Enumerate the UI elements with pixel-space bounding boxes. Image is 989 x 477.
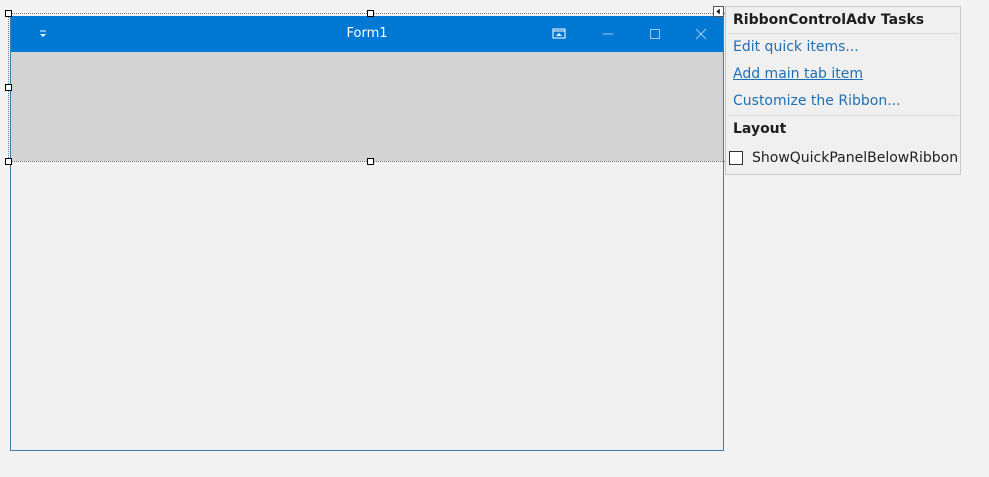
- resize-handle-bottom[interactable]: [367, 158, 374, 165]
- title-bar: Form1: [11, 16, 723, 52]
- designer-canvas: Form1 RibbonControlAdv Tasks Edit quick …: [0, 0, 989, 477]
- tasks-panel: RibbonControlAdv Tasks Edit quick items.…: [725, 6, 961, 175]
- minimize-icon[interactable]: [598, 24, 618, 44]
- layout-section-label: Layout: [733, 121, 787, 137]
- resize-handle-top-left[interactable]: [5, 10, 12, 17]
- add-main-tab-item-link[interactable]: Add main tab item: [733, 66, 863, 82]
- restore-ribbon-icon[interactable]: [549, 24, 569, 44]
- show-quick-panel-below-ribbon-checkbox[interactable]: [729, 151, 743, 165]
- close-icon[interactable]: [691, 24, 711, 44]
- checkbox-label: ShowQuickPanelBelowRibbon: [752, 150, 959, 166]
- divider: [727, 33, 959, 34]
- show-quick-panel-below-ribbon-option[interactable]: ShowQuickPanelBelowRibbon: [729, 149, 958, 167]
- edit-quick-items-link[interactable]: Edit quick items...: [733, 39, 859, 55]
- chevron-down-icon[interactable]: [37, 27, 49, 41]
- smart-tag-icon[interactable]: [713, 6, 724, 17]
- form-window[interactable]: Form1: [10, 16, 724, 451]
- resize-handle-top[interactable]: [367, 10, 374, 17]
- customize-ribbon-link[interactable]: Customize the Ribbon...: [733, 93, 901, 109]
- resize-handle-left[interactable]: [5, 84, 12, 91]
- maximize-icon[interactable]: [645, 24, 665, 44]
- ribbon-control[interactable]: [11, 52, 723, 161]
- resize-handle-bottom-left[interactable]: [5, 158, 12, 165]
- divider: [727, 115, 959, 116]
- tasks-header: RibbonControlAdv Tasks: [733, 12, 925, 28]
